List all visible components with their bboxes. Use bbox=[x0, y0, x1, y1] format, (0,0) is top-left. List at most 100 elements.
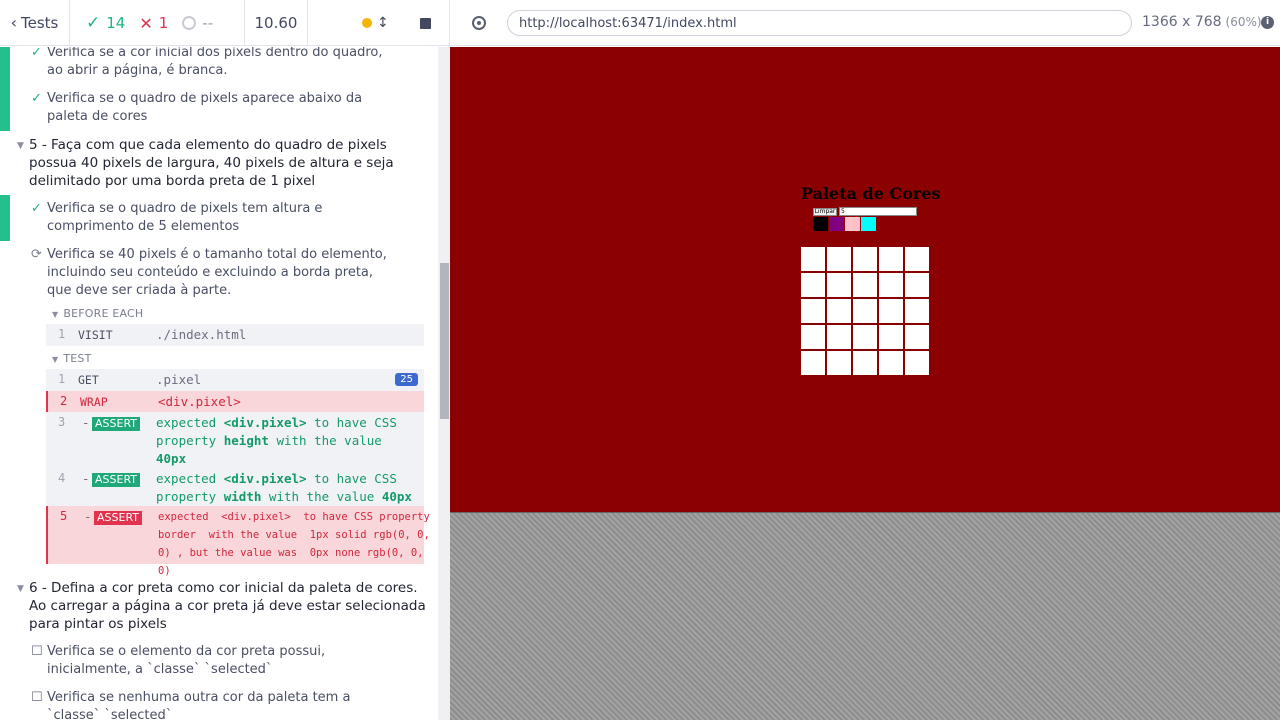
command-dash: - bbox=[82, 415, 90, 430]
suite-title: 6 - Defina a cor preta como cor inicial … bbox=[29, 580, 426, 632]
clear-button[interactable]: Limpar bbox=[813, 208, 837, 216]
msg-text: to have CSS bbox=[314, 471, 397, 486]
color-swatch[interactable] bbox=[845, 217, 860, 231]
selector-playground-button[interactable] bbox=[450, 0, 507, 46]
command-error-message: expected <div.pixel> to have CSS propert… bbox=[158, 508, 430, 580]
color-palette bbox=[813, 217, 876, 231]
suite-title: 5 - Faça com que cada elemento do quadro… bbox=[29, 137, 394, 189]
checkbox-icon: ☐ bbox=[31, 690, 43, 705]
command-number: 1 bbox=[58, 327, 66, 341]
test-item[interactable]: ☐ Verifica se nenhuma outra cor da palet… bbox=[31, 689, 407, 720]
passed-bar bbox=[0, 195, 10, 241]
checkbox-icon: ☐ bbox=[31, 644, 43, 659]
test-title: Verifica se o quadro de pixels aparece a… bbox=[47, 91, 363, 124]
command-row[interactable]: 1 GET .pixel 25 bbox=[46, 369, 424, 391]
board-size-input[interactable]: 5 bbox=[839, 207, 917, 216]
msg-subject: <div.pixel> bbox=[223, 415, 307, 430]
pixel[interactable] bbox=[801, 351, 825, 375]
auto-scroll-toggle[interactable]: ↕ bbox=[362, 15, 389, 31]
pixel[interactable] bbox=[879, 247, 903, 271]
pixel[interactable] bbox=[853, 299, 877, 323]
error-line: expected <div.pixel> to have CSS propert… bbox=[158, 511, 430, 523]
duration: 10.60 bbox=[245, 0, 308, 46]
runner-header: ‹ Tests ✓ 14 ✕ 1 -- 10.60 ↕ http://local… bbox=[0, 0, 1280, 46]
pixel[interactable] bbox=[853, 325, 877, 349]
crosshair-icon bbox=[471, 16, 486, 30]
pending-stat[interactable]: -- bbox=[182, 14, 213, 32]
hook-test[interactable]: ▼ TEST bbox=[52, 352, 92, 365]
pixel[interactable] bbox=[905, 273, 929, 297]
assert-tag: ASSERT bbox=[94, 511, 143, 525]
pixel[interactable] bbox=[905, 247, 929, 271]
stop-icon[interactable] bbox=[420, 17, 431, 29]
app-title: Paleta de Cores bbox=[801, 184, 941, 203]
suite-5[interactable]: ▼ 5 - Faça com que cada elemento do quad… bbox=[17, 136, 429, 190]
command-row[interactable]: 4 - ASSERT expected <div.pixel> to have … bbox=[46, 468, 424, 506]
pixel[interactable] bbox=[827, 325, 851, 349]
pixel[interactable] bbox=[905, 325, 929, 349]
url-bar[interactable]: http://localhost:63471/index.html bbox=[507, 10, 1132, 36]
pixel[interactable] bbox=[905, 351, 929, 375]
pixel[interactable] bbox=[853, 351, 877, 375]
pixel[interactable] bbox=[827, 299, 851, 323]
caret-down-icon: ▼ bbox=[17, 141, 24, 151]
test-item-running[interactable]: ⟳ Verifica se 40 pixels é o tamanho tota… bbox=[31, 246, 387, 300]
msg-text: property bbox=[156, 433, 217, 448]
command-name: VISIT bbox=[78, 328, 113, 342]
command-name: GET bbox=[78, 373, 99, 387]
test-item[interactable]: ☐ Verifica se o elemento da cor preta po… bbox=[31, 643, 407, 679]
pixel[interactable] bbox=[827, 273, 851, 297]
command-message: ./index.html bbox=[156, 327, 247, 342]
pixel[interactable] bbox=[879, 299, 903, 323]
pixel[interactable] bbox=[905, 299, 929, 323]
test-item[interactable]: ✓ Verifica se o quadro de pixels aparece… bbox=[31, 90, 407, 126]
check-icon: ✓ bbox=[31, 91, 42, 106]
pixel[interactable] bbox=[853, 273, 877, 297]
failed-stat[interactable]: ✕ 1 bbox=[139, 14, 168, 33]
pixel[interactable] bbox=[879, 273, 903, 297]
command-row-error[interactable]: 5 - ASSERT expected <div.pixel> to have … bbox=[46, 506, 430, 577]
msg-value: 40px bbox=[156, 451, 187, 466]
color-swatch[interactable] bbox=[813, 217, 828, 231]
color-swatch[interactable] bbox=[829, 217, 844, 231]
pixel[interactable] bbox=[801, 325, 825, 349]
passed-stat[interactable]: ✓ 14 bbox=[86, 13, 125, 33]
tests-back-button[interactable]: ‹ Tests bbox=[0, 0, 70, 46]
test-item[interactable]: ✓ Verifica se a cor inicial dos pixels d… bbox=[31, 47, 387, 80]
command-number: 4 bbox=[58, 471, 66, 485]
pending-count: -- bbox=[202, 14, 214, 32]
test-title: Verifica se o quadro de pixels tem altur… bbox=[47, 201, 323, 234]
pixel[interactable] bbox=[801, 299, 825, 323]
pixel[interactable] bbox=[879, 351, 903, 375]
url-text: http://localhost:63471/index.html bbox=[519, 15, 737, 31]
color-swatch[interactable] bbox=[861, 217, 876, 231]
assert-tag: ASSERT bbox=[92, 473, 141, 487]
test-stats: ✓ 14 ✕ 1 -- bbox=[70, 0, 245, 46]
pixel[interactable] bbox=[853, 247, 877, 271]
command-number: 2 bbox=[60, 394, 68, 408]
scrollbar-thumb[interactable] bbox=[440, 263, 449, 419]
test-title: Verifica se nenhuma outra cor da paleta … bbox=[47, 690, 351, 720]
pixel[interactable] bbox=[827, 351, 851, 375]
command-row[interactable]: 1 VISIT ./index.html bbox=[46, 324, 424, 346]
command-number: 5 bbox=[60, 509, 68, 523]
command-row[interactable]: 3 - ASSERT expected <div.pixel> to have … bbox=[46, 412, 424, 468]
info-icon[interactable]: i bbox=[1261, 16, 1274, 29]
test-item[interactable]: ✓ Verifica se o quadro de pixels tem alt… bbox=[31, 200, 387, 236]
command-message: <div.pixel> bbox=[158, 394, 241, 409]
tests-label: Tests bbox=[21, 14, 59, 32]
pixel[interactable] bbox=[827, 247, 851, 271]
pending-circle-icon bbox=[182, 16, 197, 30]
pixel[interactable] bbox=[801, 247, 825, 271]
command-message: expected <div.pixel> to have CSS propert… bbox=[156, 470, 421, 506]
viewport-size: 1366 x 768 (60%) bbox=[1142, 14, 1262, 30]
suite-6[interactable]: ▼ 6 - Defina a cor preta como cor inicia… bbox=[17, 579, 429, 633]
error-line: 0) , but the value was 0px none rgb(0, 0… bbox=[158, 547, 424, 559]
x-icon: ✕ bbox=[139, 13, 153, 33]
caret-down-icon: ▼ bbox=[17, 584, 24, 594]
command-row-error[interactable]: 2 WRAP <div.pixel> bbox=[46, 391, 424, 412]
hook-before-each[interactable]: ▼ BEFORE EACH bbox=[52, 307, 143, 320]
pixel[interactable] bbox=[801, 273, 825, 297]
command-dash: - bbox=[84, 509, 92, 524]
pixel[interactable] bbox=[879, 325, 903, 349]
